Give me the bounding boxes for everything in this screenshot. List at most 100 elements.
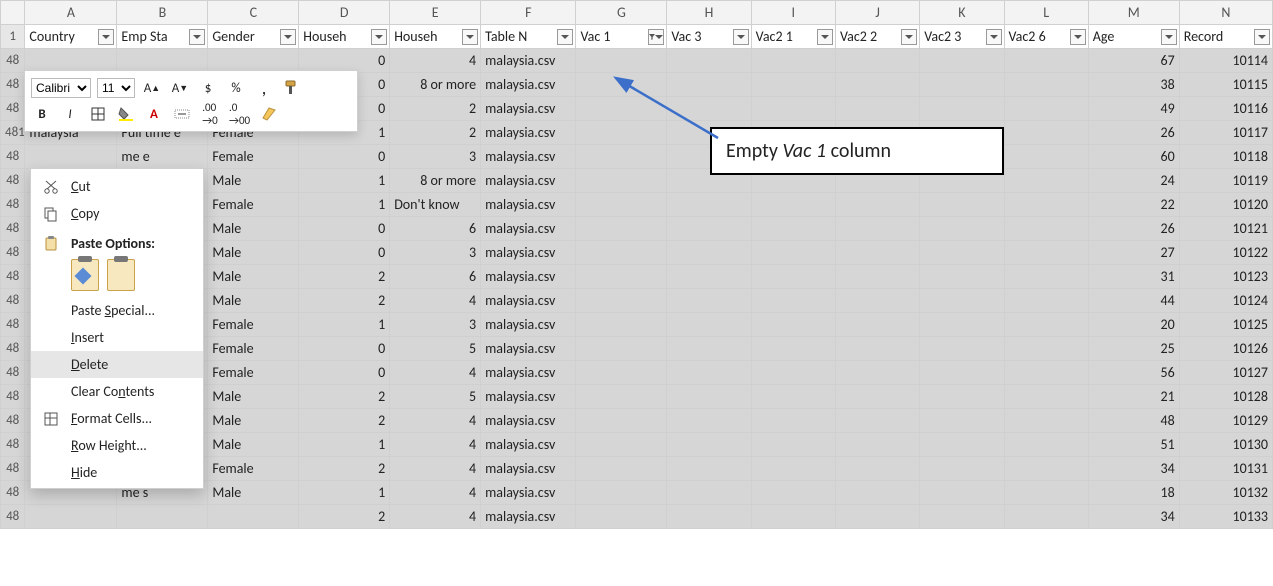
column-header-F[interactable]: F bbox=[481, 1, 576, 25]
cell[interactable] bbox=[835, 337, 919, 361]
cell[interactable] bbox=[667, 193, 751, 217]
cell[interactable] bbox=[751, 361, 835, 385]
row-header-1[interactable]: 1 bbox=[1, 25, 25, 49]
cell[interactable]: 10121 bbox=[1179, 217, 1272, 241]
cell[interactable]: 10119 bbox=[1179, 169, 1272, 193]
cell[interactable]: 10126 bbox=[1179, 337, 1272, 361]
filter-dropdown-icon[interactable] bbox=[733, 29, 749, 45]
filter-cell-M[interactable]: Age bbox=[1088, 25, 1179, 49]
filter-dropdown-icon[interactable] bbox=[462, 29, 478, 45]
filter-dropdown-icon[interactable] bbox=[817, 29, 833, 45]
cell[interactable]: 20 bbox=[1088, 313, 1179, 337]
cell[interactable] bbox=[835, 409, 919, 433]
cell[interactable] bbox=[835, 241, 919, 265]
cell[interactable] bbox=[835, 385, 919, 409]
cell[interactable]: 2 bbox=[299, 457, 390, 481]
cell[interactable]: Male bbox=[208, 385, 299, 409]
cell[interactable]: 2 bbox=[390, 121, 481, 145]
cell[interactable]: Male bbox=[208, 169, 299, 193]
format-painter-icon[interactable] bbox=[281, 78, 303, 98]
cell[interactable]: malaysia.csv bbox=[481, 361, 576, 385]
cell[interactable]: me e bbox=[117, 145, 208, 169]
filter-cell-I[interactable]: Vac2 1 bbox=[751, 25, 835, 49]
column-header-A[interactable]: A bbox=[25, 1, 117, 25]
cell[interactable]: malaysia.csv bbox=[481, 145, 576, 169]
column-header-G[interactable]: G bbox=[576, 1, 667, 25]
column-header-E[interactable]: E bbox=[390, 1, 481, 25]
cell[interactable] bbox=[576, 433, 667, 457]
row-header[interactable]: 48 bbox=[1, 313, 25, 337]
cell[interactable]: 10123 bbox=[1179, 265, 1272, 289]
cell[interactable] bbox=[208, 49, 299, 73]
cell[interactable] bbox=[1004, 289, 1088, 313]
cell[interactable]: 34 bbox=[1088, 457, 1179, 481]
menu-row-height[interactable]: Row Height... bbox=[31, 432, 203, 459]
cell[interactable] bbox=[751, 289, 835, 313]
cell[interactable] bbox=[208, 505, 299, 529]
cell[interactable]: 3 bbox=[390, 313, 481, 337]
cell[interactable]: 3 bbox=[390, 145, 481, 169]
row-header[interactable]: 48 bbox=[1, 361, 25, 385]
column-header-I[interactable]: I bbox=[751, 1, 835, 25]
cell[interactable] bbox=[751, 505, 835, 529]
cell[interactable]: Male bbox=[208, 409, 299, 433]
cell[interactable]: 10128 bbox=[1179, 385, 1272, 409]
cell[interactable]: 0 bbox=[299, 337, 390, 361]
cell[interactable] bbox=[1004, 193, 1088, 217]
cell[interactable] bbox=[920, 433, 1004, 457]
cell[interactable]: 49 bbox=[1088, 97, 1179, 121]
cell[interactable]: 10118 bbox=[1179, 145, 1272, 169]
cell[interactable]: 6 bbox=[390, 217, 481, 241]
row-header[interactable]: 48 bbox=[1, 97, 25, 121]
cell[interactable]: 2 bbox=[299, 265, 390, 289]
cell[interactable]: Male bbox=[208, 433, 299, 457]
menu-format-cells[interactable]: Format Cells... bbox=[31, 405, 203, 432]
cell[interactable] bbox=[920, 385, 1004, 409]
cell[interactable]: Male bbox=[208, 265, 299, 289]
cell[interactable]: 10114 bbox=[1179, 49, 1272, 73]
cell[interactable]: 0 bbox=[299, 217, 390, 241]
filter-cell-F[interactable]: Table N bbox=[481, 25, 576, 49]
cell[interactable] bbox=[835, 265, 919, 289]
menu-insert[interactable]: Insert bbox=[31, 324, 203, 351]
cell[interactable] bbox=[667, 409, 751, 433]
cell[interactable] bbox=[835, 433, 919, 457]
menu-paste-special[interactable]: Paste Special... bbox=[31, 297, 203, 324]
cell[interactable] bbox=[920, 241, 1004, 265]
cell[interactable] bbox=[751, 457, 835, 481]
increase-decimal-icon[interactable]: .00→0 bbox=[199, 104, 221, 124]
cell[interactable] bbox=[576, 385, 667, 409]
select-all-corner[interactable] bbox=[1, 1, 25, 25]
cell[interactable]: Female bbox=[208, 457, 299, 481]
decrease-decimal-icon[interactable]: .0→00 bbox=[227, 104, 252, 124]
filter-cell-J[interactable]: Vac2 2 bbox=[835, 25, 919, 49]
cell[interactable]: malaysia.csv bbox=[481, 481, 576, 505]
cell[interactable]: Female bbox=[208, 337, 299, 361]
cell[interactable]: 2 bbox=[299, 289, 390, 313]
column-header-M[interactable]: M bbox=[1088, 1, 1179, 25]
row-header[interactable]: 48 bbox=[1, 505, 25, 529]
row-context-menu[interactable]: Cut Copy Paste Options: Paste Special...… bbox=[30, 168, 204, 489]
filter-dropdown-icon[interactable] bbox=[1161, 29, 1177, 45]
font-color-icon[interactable]: A bbox=[143, 104, 165, 124]
cell[interactable]: 10132 bbox=[1179, 481, 1272, 505]
cell[interactable] bbox=[835, 73, 919, 97]
cell[interactable]: malaysia.csv bbox=[481, 385, 576, 409]
font-family-select[interactable]: Calibri bbox=[31, 78, 91, 98]
cell[interactable] bbox=[751, 433, 835, 457]
accounting-format-icon[interactable]: $ bbox=[197, 78, 219, 98]
cell[interactable] bbox=[667, 481, 751, 505]
cell[interactable] bbox=[920, 97, 1004, 121]
cell[interactable]: Don't know bbox=[390, 193, 481, 217]
cell[interactable] bbox=[117, 505, 208, 529]
cell[interactable]: 10116 bbox=[1179, 97, 1272, 121]
cell[interactable] bbox=[1004, 313, 1088, 337]
filter-cell-E[interactable]: Househ bbox=[390, 25, 481, 49]
cell[interactable] bbox=[920, 265, 1004, 289]
cell[interactable] bbox=[920, 49, 1004, 73]
cell[interactable]: 10122 bbox=[1179, 241, 1272, 265]
cell[interactable]: Male bbox=[208, 481, 299, 505]
cell[interactable]: 1 bbox=[299, 313, 390, 337]
cell[interactable] bbox=[1004, 409, 1088, 433]
row-header[interactable]: 48 bbox=[1, 241, 25, 265]
